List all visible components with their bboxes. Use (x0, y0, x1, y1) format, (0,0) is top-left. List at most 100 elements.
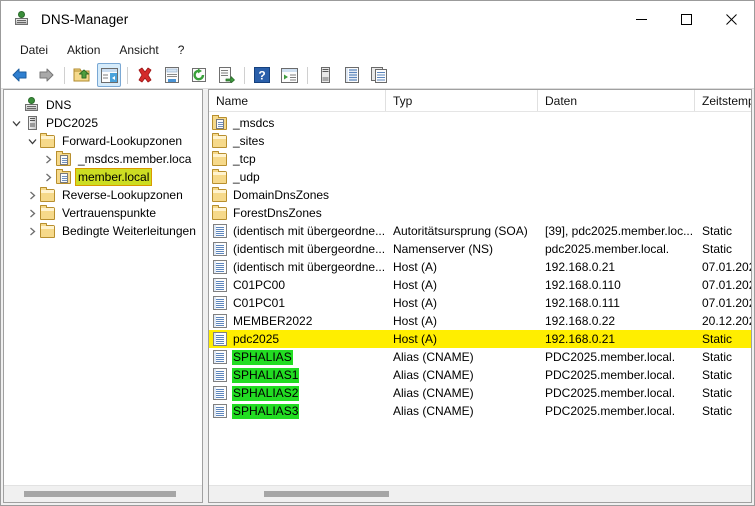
help-icon[interactable]: ? (250, 63, 274, 87)
table-row[interactable]: C01PC00 Host (A) 192.168.0.110 07.01.202… (209, 276, 751, 294)
svg-text:?: ? (258, 69, 265, 83)
tree-node-pdc2025[interactable]: PDC2025 (4, 114, 202, 132)
record-icon (212, 259, 228, 275)
tree-node-forward-lookupzonen[interactable]: Forward-Lookupzonen (4, 132, 202, 150)
window-controls (619, 1, 754, 38)
refresh-icon[interactable] (187, 63, 211, 87)
delete-icon[interactable] (133, 63, 157, 87)
record-icon (212, 313, 228, 329)
properties-icon[interactable] (160, 63, 184, 87)
record-icon (212, 349, 228, 365)
table-row[interactable]: _msdcs (209, 114, 751, 132)
show-hide-tree-icon[interactable] (97, 63, 121, 87)
copy-icon[interactable] (367, 63, 391, 87)
chevron-right-icon[interactable] (24, 223, 40, 239)
cell-name: ForestDnsZones (209, 204, 386, 222)
chevron-down-icon[interactable] (8, 115, 24, 131)
table-row[interactable]: (identisch mit übergeordne... Host (A) 1… (209, 258, 751, 276)
up-folder-icon[interactable] (70, 63, 94, 87)
table-row[interactable]: _tcp (209, 150, 751, 168)
back-icon[interactable] (7, 63, 31, 87)
cell-name: (identisch mit übergeordne... (209, 258, 386, 276)
cell-typ (386, 186, 538, 204)
title-bar: DNS-Manager (1, 1, 754, 38)
table-row[interactable]: (identisch mit übergeordne... Namenserve… (209, 240, 751, 258)
table-row[interactable]: SPHALIAS3 Alias (CNAME) PDC2025.member.l… (209, 402, 751, 420)
cell-typ: Host (A) (393, 278, 438, 292)
column-header-name[interactable]: Name (209, 90, 386, 111)
chevron-down-icon[interactable] (24, 133, 40, 149)
scrollbar-thumb[interactable] (24, 491, 176, 497)
table-row-pdc2025[interactable]: pdc2025 Host (A) 192.168.0.21 Static (209, 330, 751, 348)
cell-typ: Alias (CNAME) (393, 368, 474, 382)
tree-node-member-local[interactable]: member.local (4, 168, 202, 186)
cell-typ: Host (A) (393, 296, 438, 310)
tree-node-bedingte-weiterleitungen[interactable]: Bedingte Weiterleitungen (4, 222, 202, 240)
chevron-right-icon[interactable] (40, 151, 56, 167)
forward-icon[interactable] (34, 63, 58, 87)
console-tree-hscrollbar[interactable] (4, 485, 202, 502)
cell-daten: 192.168.0.21 (538, 330, 695, 348)
record-name: SPHALIAS3 (232, 403, 300, 419)
column-header-daten[interactable]: Daten (538, 90, 695, 111)
cell-name: (identisch mit übergeordne... (209, 222, 386, 240)
folder-icon (40, 205, 56, 221)
close-button[interactable] (709, 1, 754, 38)
table-row[interactable]: ForestDnsZones (209, 204, 751, 222)
table-row[interactable]: DomainDnsZones (209, 186, 751, 204)
console-window-icon[interactable] (277, 63, 301, 87)
table-row[interactable]: SPHALIAS2 Alias (CNAME) PDC2025.member.l… (209, 384, 751, 402)
minimize-button[interactable] (619, 1, 664, 38)
cell-zeitstempel: Static (702, 404, 733, 418)
table-row[interactable]: MEMBER2022 Host (A) 192.168.0.22 20.12.2… (209, 312, 751, 330)
records-hscrollbar[interactable] (209, 485, 751, 502)
chevron-right-icon[interactable] (40, 169, 56, 185)
menu-bar: Datei Aktion Ansicht ? (1, 38, 754, 62)
tree-node-msdcs-member-local[interactable]: _msdcs.member.loca (4, 150, 202, 168)
table-row[interactable]: SPHALIAS Alias (CNAME) PDC2025.member.lo… (209, 348, 751, 366)
record-name: _udp (233, 169, 260, 184)
console-tree[interactable]: DNS PDC2025 Forward-Lookupzonen _msdcs.m… (4, 90, 202, 485)
cell-name: _tcp (209, 150, 386, 168)
cell-daten: [39], pdc2025.member.loc... (545, 224, 694, 238)
tree-node-reverse-lookupzonen[interactable]: Reverse-Lookupzonen (4, 186, 202, 204)
table-row[interactable]: _udp (209, 168, 751, 186)
folder-icon (212, 169, 228, 185)
cell-zeitstempel (695, 168, 751, 186)
toolbar-separator (64, 66, 65, 84)
record-icon (212, 367, 228, 383)
column-header-zeitstempel[interactable]: Zeitstempel (695, 90, 751, 111)
toolbar-separator (244, 66, 245, 84)
menu-ansicht[interactable]: Ansicht (110, 40, 167, 60)
table-row[interactable]: SPHALIAS1 Alias (CNAME) PDC2025.member.l… (209, 366, 751, 384)
export-list-icon[interactable] (214, 63, 238, 87)
folder-icon (212, 151, 228, 167)
maximize-button[interactable] (664, 1, 709, 38)
column-header-typ[interactable]: Typ (386, 90, 538, 111)
cell-typ: Alias (CNAME) (393, 386, 474, 400)
record-icon (212, 277, 228, 293)
chevron-right-icon[interactable] (24, 205, 40, 221)
cell-typ: Alias (CNAME) (393, 350, 474, 364)
scrollbar-thumb[interactable] (264, 491, 389, 497)
chevron-right-icon[interactable] (24, 187, 40, 203)
menu-datei[interactable]: Datei (11, 40, 57, 60)
record-name: _sites (233, 133, 265, 148)
folder-icon (40, 133, 56, 149)
tree-node-label: DNS (46, 98, 72, 112)
cell-zeitstempel: 20.12.2024 (702, 314, 751, 328)
record-list-icon[interactable] (340, 63, 364, 87)
menu-aktion[interactable]: Aktion (58, 40, 109, 60)
tree-node-label: Bedingte Weiterleitungen (62, 224, 196, 238)
table-row[interactable]: (identisch mit übergeordne... Autoritäts… (209, 222, 751, 240)
table-row[interactable]: C01PC01 Host (A) 192.168.0.111 07.01.202… (209, 294, 751, 312)
cell-daten (538, 168, 695, 186)
menu-help[interactable]: ? (169, 40, 194, 60)
cell-typ (386, 204, 538, 222)
table-row[interactable]: _sites (209, 132, 751, 150)
cell-daten (538, 150, 695, 168)
tree-node-vertrauenspunkte[interactable]: Vertrauenspunkte (4, 204, 202, 222)
server-icon[interactable] (313, 63, 337, 87)
tree-node-dns[interactable]: DNS (4, 96, 202, 114)
records-list[interactable]: _msdcs _sites _tcp _udp DomainDnsZones F… (209, 112, 751, 485)
